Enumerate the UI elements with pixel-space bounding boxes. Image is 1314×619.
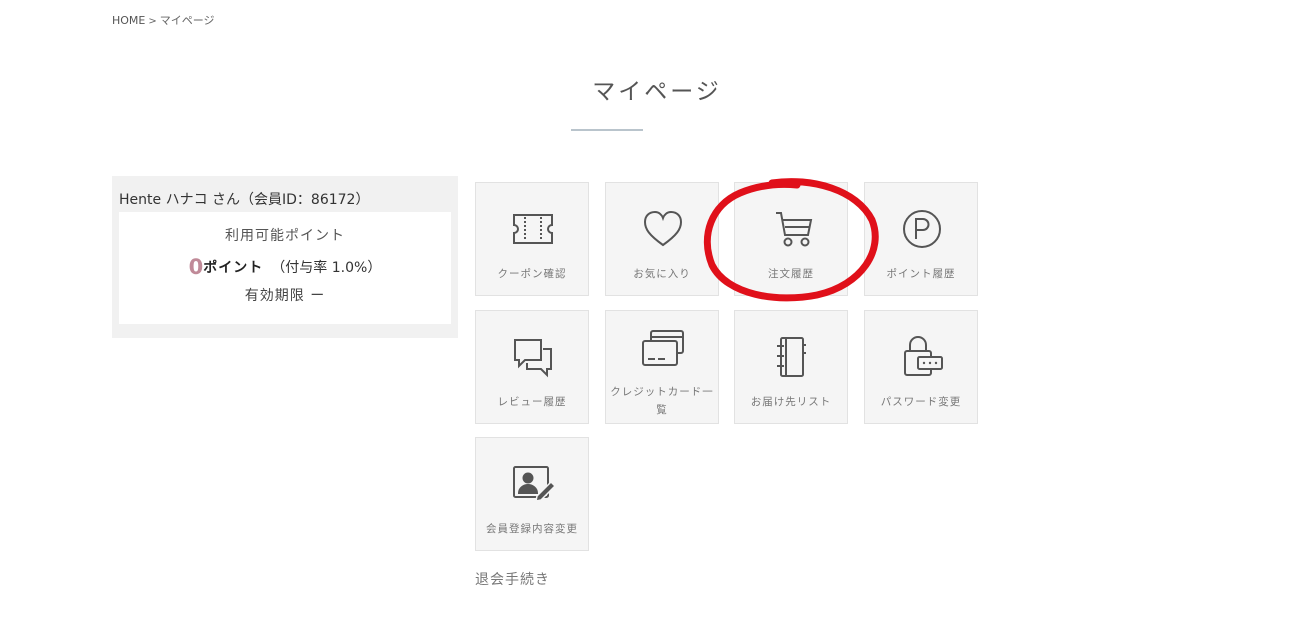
page-title: マイページ — [592, 79, 722, 105]
points-label: 利用可能ポイント — [225, 228, 345, 244]
menu-credit-cards-button[interactable]: クレジットカード一覧 — [605, 310, 719, 424]
points-unit: ポイント — [203, 260, 264, 276]
breadcrumb-current: マイページ — [159, 14, 215, 27]
lock-password-icon — [896, 335, 948, 379]
points-box: 利用可能ポイント 0ポイント （付与率 1.0%） 有効期限 ー — [119, 212, 451, 324]
menu-review-history-button[interactable]: レビュー履歴 — [475, 310, 589, 424]
menu-review-history-label: レビュー履歴 — [497, 396, 567, 408]
points-expiry: 有効期限 ー — [244, 288, 326, 304]
member-name: Hente ハナコ さん（会員ID：86172） — [119, 192, 370, 208]
profile-edit-icon — [507, 462, 559, 506]
points-row: 0ポイント （付与率 1.0%） — [119, 255, 451, 279]
address-book-icon — [766, 335, 818, 379]
menu-point-history-button[interactable]: ポイント履歴 — [864, 182, 978, 296]
menu-member-info-change-button[interactable]: 会員登録内容変更 — [475, 437, 589, 551]
points-value: 0 — [188, 255, 204, 279]
breadcrumb-home-link[interactable]: HOME — [112, 14, 145, 27]
menu-favorites-button[interactable]: お気に入り — [605, 182, 719, 296]
breadcrumb: HOME > マイページ — [112, 12, 215, 28]
breadcrumb-separator: > — [148, 16, 157, 27]
member-info-panel: Hente ハナコ さん（会員ID：86172） 利用可能ポイント 0ポイント （… — [112, 176, 458, 338]
menu-point-history-label: ポイント履歴 — [886, 268, 956, 280]
menu-member-info-change-label: 会員登録内容変更 — [486, 523, 578, 535]
credit-card-icon — [637, 329, 689, 373]
title-underline — [571, 129, 643, 131]
menu-order-history-label: 注文履歴 — [768, 268, 814, 280]
menu-address-list-button[interactable]: お届け先リスト — [734, 310, 848, 424]
menu-address-list-label: お届け先リスト — [750, 396, 832, 408]
menu-coupon-button[interactable]: クーポン確認 — [475, 182, 589, 296]
cart-icon — [766, 207, 818, 251]
menu-coupon-label: クーポン確認 — [497, 268, 567, 280]
menu-order-history-button[interactable]: 注文履歴 — [734, 182, 848, 296]
points-rate: （付与率 1.0%） — [271, 260, 382, 276]
speech-bubbles-icon — [507, 335, 559, 379]
withdraw-link[interactable]: 退会手続き — [475, 569, 550, 589]
menu-password-change-button[interactable]: パスワード変更 — [864, 310, 978, 424]
menu-favorites-label: お気に入り — [633, 268, 691, 280]
heart-icon — [637, 207, 689, 251]
point-p-icon — [896, 207, 948, 251]
menu-credit-cards-label: クレジットカード一覧 — [610, 386, 714, 416]
coupon-icon — [507, 207, 559, 251]
menu-password-change-label: パスワード変更 — [880, 396, 962, 408]
